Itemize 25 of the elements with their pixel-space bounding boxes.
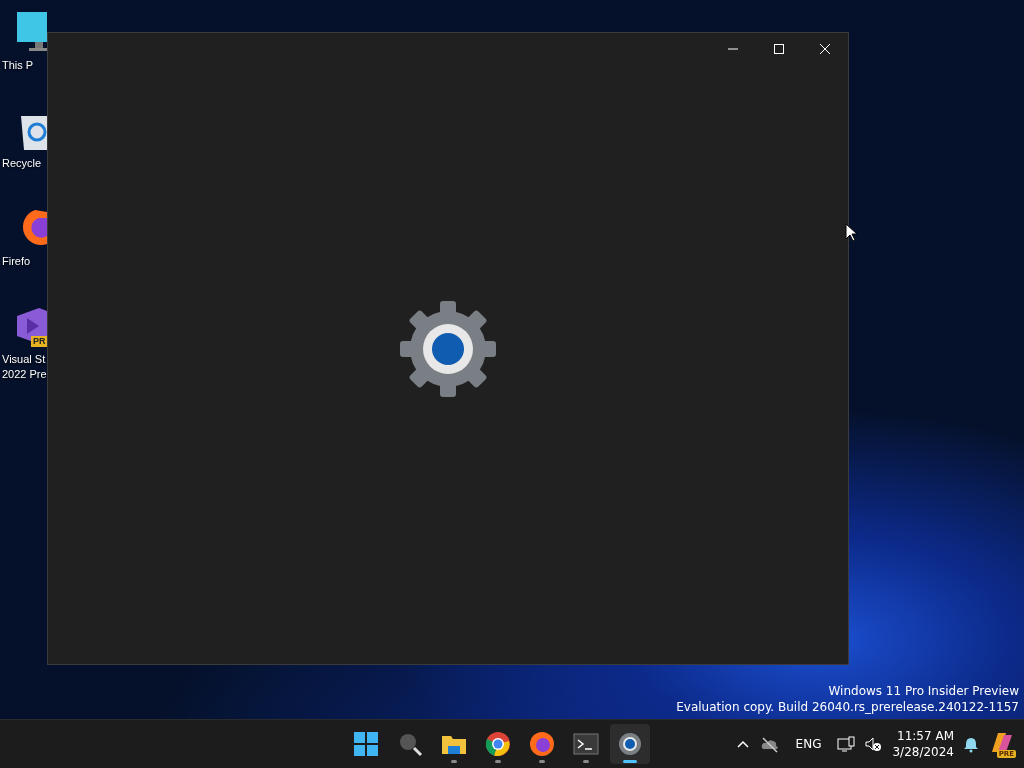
chevron-up-icon[interactable] bbox=[735, 738, 750, 750]
close-icon bbox=[820, 44, 830, 54]
clock-date[interactable]: 3/28/2024 bbox=[892, 744, 954, 760]
gear-icon bbox=[398, 298, 498, 399]
mouse-cursor-icon bbox=[845, 223, 858, 242]
network-icon[interactable] bbox=[837, 736, 856, 752]
language-indicator[interactable]: ENG bbox=[789, 737, 828, 751]
terminal-icon bbox=[573, 731, 599, 757]
bell-icon[interactable] bbox=[964, 735, 978, 753]
badge-label: PR bbox=[31, 336, 48, 347]
gear-icon bbox=[617, 731, 643, 757]
search-icon bbox=[397, 731, 423, 757]
icon-label: Firefo bbox=[2, 254, 31, 269]
watermark-text: Windows 11 Pro Insider Preview Evaluation copy. Build 26040.rs_prerelease.240122-1157 bbox=[676, 683, 1019, 715]
icon-label: Recycle bbox=[2, 156, 42, 171]
icon-label: Visual St 2022 Pre bbox=[2, 352, 47, 382]
chrome-icon bbox=[485, 731, 511, 757]
firefox-icon bbox=[529, 731, 555, 757]
cloud-icon[interactable] bbox=[759, 735, 780, 753]
windows-logo-icon bbox=[353, 731, 379, 757]
maximize-icon bbox=[774, 44, 784, 54]
taskbar-app[interactable] bbox=[610, 724, 650, 764]
muted-speaker-icon[interactable] bbox=[865, 736, 883, 752]
icon-label: This P bbox=[2, 58, 34, 73]
clock-time[interactable]: 11:57 AM bbox=[897, 728, 954, 744]
